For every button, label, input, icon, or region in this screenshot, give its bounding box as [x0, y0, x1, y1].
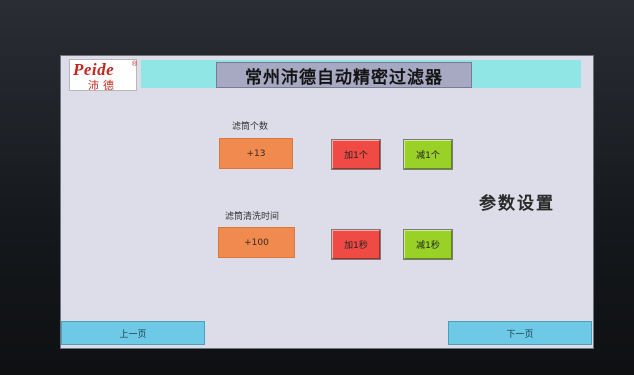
clean-time-label: 滤筒清洗时间 [225, 212, 280, 222]
logo-chinese-text: 沛德 [88, 79, 118, 92]
prev-page-button[interactable]: 上一页 [61, 321, 205, 345]
decrease-clean-time-button[interactable]: 减1秒 [403, 229, 453, 260]
page-title: 常州沛德自动精密过滤器 [216, 62, 472, 88]
filter-count-value[interactable]: +13 [219, 138, 293, 169]
next-page-button[interactable]: 下一页 [448, 321, 592, 345]
hmi-screen: Peide ® 沛德 常州沛德自动精密过滤器 滤筒个数 +13 加1个 减1个 … [60, 55, 594, 349]
decrease-filter-count-button[interactable]: 减1个 [403, 139, 453, 170]
registered-mark: ® [132, 61, 138, 68]
clean-time-value[interactable]: +100 [218, 227, 295, 258]
page-heading: 参数设置 [479, 194, 555, 214]
increase-clean-time-button[interactable]: 加1秒 [331, 229, 381, 260]
increase-filter-count-button[interactable]: 加1个 [331, 139, 381, 170]
peide-logo: Peide ® 沛德 [69, 59, 138, 92]
filter-count-label: 滤筒个数 [232, 122, 269, 132]
